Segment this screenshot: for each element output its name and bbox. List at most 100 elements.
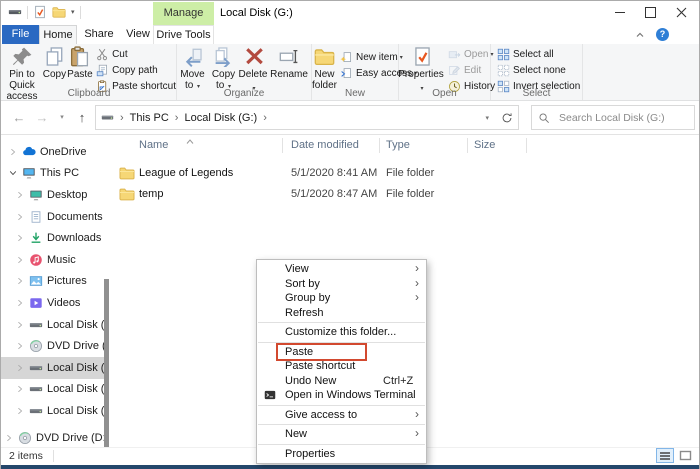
easy-access-icon <box>340 67 353 80</box>
cut-button[interactable]: Cut <box>96 46 176 62</box>
sidebar-item-local-disk-g[interactable]: Local Disk (G:) <box>1 357 104 379</box>
chevron-right-icon[interactable] <box>15 406 25 416</box>
menu-item-properties[interactable]: Properties <box>257 447 426 462</box>
recent-locations-icon[interactable]: ▾ <box>55 101 69 134</box>
sidebar-item-local-disk-z[interactable]: Local Disk (Z:) <box>1 400 104 422</box>
help-icon[interactable]: ? <box>656 28 669 41</box>
chevron-right-icon[interactable] <box>8 147 18 157</box>
sidebar-item-desktop[interactable]: Desktop <box>1 184 104 206</box>
close-button[interactable] <box>666 1 697 24</box>
tab-drive-tools[interactable]: Drive Tools <box>153 25 214 44</box>
crumb-separator-icon[interactable]: › <box>175 112 179 124</box>
pin-icon <box>12 46 33 67</box>
sidebar-item-onedrive[interactable]: OneDrive <box>1 141 104 163</box>
sidebar-item-dvd-drive-d-cc[interactable]: DVD Drive (D:) CC <box>1 427 104 448</box>
collapse-ribbon-icon[interactable] <box>633 28 647 42</box>
column-divider[interactable] <box>379 138 380 153</box>
menu-item-sort-by[interactable]: Sort by› <box>257 277 426 292</box>
column-header-type[interactable]: Type <box>386 139 410 151</box>
file-row-temp[interactable]: temp5/1/2020 8:47 AMFile folder <box>116 184 698 205</box>
chevron-right-icon[interactable] <box>15 255 25 265</box>
downloads-icon <box>29 231 43 245</box>
folder-icon[interactable] <box>52 5 66 19</box>
chevron-right-icon[interactable] <box>15 341 25 351</box>
tab-view[interactable]: View <box>121 25 155 44</box>
forward-icon[interactable]: → <box>31 101 53 134</box>
chevron-right-icon[interactable] <box>4 433 14 443</box>
menu-item-label: Customize this folder... <box>285 326 396 338</box>
file-row-league-of-legends[interactable]: League of Legends5/1/2020 8:41 AMFile fo… <box>116 163 698 184</box>
sidebar-item-label: Pictures <box>47 275 87 287</box>
menu-item-open-in-windows-terminal[interactable]: Open in Windows Terminal <box>257 388 426 403</box>
column-header-size[interactable]: Size <box>474 139 495 151</box>
file-name[interactable]: temp <box>139 188 163 200</box>
breadcrumb-local-disk-g[interactable]: Local Disk (G:) <box>184 112 257 124</box>
ribbon-group-select: Select allSelect noneInvert selectionSel… <box>491 44 583 100</box>
sidebar-item-local-disk-c[interactable]: Local Disk (C:) <box>1 314 104 336</box>
chevron-right-icon[interactable] <box>15 363 25 373</box>
menu-item-paste[interactable]: Paste <box>257 345 426 360</box>
crumb-separator-icon[interactable]: › <box>263 112 267 124</box>
column-header-name[interactable]: Name <box>139 139 168 151</box>
menu-item-give-access-to[interactable]: Give access to› <box>257 408 426 423</box>
open-button[interactable]: Open▾ <box>448 46 495 62</box>
column-header-date-modified[interactable]: Date modified <box>291 139 359 151</box>
maximize-icon <box>645 7 656 18</box>
sidebar-item-dvd-drive-d-c[interactable]: DVD Drive (D:) C <box>1 335 104 357</box>
onedrive-icon <box>22 145 36 159</box>
drive-icon[interactable] <box>8 5 22 19</box>
large-icons-view-button[interactable] <box>676 448 694 463</box>
menu-item-customize-this-folder[interactable]: Customize this folder... <box>257 325 426 340</box>
column-divider[interactable] <box>282 138 283 153</box>
chevron-down-icon[interactable] <box>8 168 18 178</box>
tab-file[interactable]: File <box>2 25 39 44</box>
properties-icon[interactable] <box>33 5 47 19</box>
menu-item-label: Paste shortcut <box>285 360 355 372</box>
sidebar-item-label: Documents <box>47 211 103 223</box>
maximize-button[interactable] <box>635 1 666 24</box>
menu-item-paste-shortcut[interactable]: Paste shortcut <box>257 359 426 374</box>
menu-item-undo-new[interactable]: Undo NewCtrl+Z <box>257 374 426 389</box>
tab-home[interactable]: Home <box>39 25 77 44</box>
sidebar-scrollbar[interactable] <box>104 279 109 459</box>
select-all-button[interactable]: Select all <box>497 46 580 62</box>
qat-dropdown-icon[interactable]: ▾ <box>71 8 75 16</box>
sidebar-item-this-pc[interactable]: This PC <box>1 163 104 185</box>
chevron-right-icon[interactable] <box>15 233 25 243</box>
chevron-right-icon[interactable] <box>15 212 25 222</box>
chevron-right-icon[interactable] <box>15 190 25 200</box>
chevron-right-icon[interactable] <box>15 276 25 286</box>
back-icon[interactable]: ← <box>7 101 31 134</box>
menu-item-group-by[interactable]: Group by› <box>257 291 426 306</box>
file-name[interactable]: League of Legends <box>139 167 233 179</box>
address-dropdown-icon[interactable]: ▾ <box>485 114 489 122</box>
column-divider[interactable] <box>467 138 468 153</box>
select-none-button[interactable]: Select none <box>497 62 580 78</box>
sidebar-item-videos[interactable]: Videos <box>1 292 104 314</box>
up-icon[interactable]: ↑ <box>71 101 93 134</box>
menu-item-refresh[interactable]: Refresh <box>257 306 426 321</box>
sidebar-item-pictures[interactable]: Pictures <box>1 271 104 293</box>
refresh-icon[interactable] <box>501 112 513 124</box>
menu-item-new[interactable]: New› <box>257 427 426 442</box>
sidebar-item-documents[interactable]: Documents <box>1 206 104 228</box>
minimize-button[interactable] <box>604 1 635 24</box>
menu-item-label: Paste <box>285 346 313 358</box>
search-input[interactable] <box>557 111 688 125</box>
details-view-button[interactable] <box>656 448 674 463</box>
breadcrumb-this-pc[interactable]: This PC <box>130 112 169 124</box>
search-box[interactable] <box>531 105 695 130</box>
copy-path-button[interactable]: Copy path <box>96 62 176 78</box>
chevron-right-icon[interactable] <box>15 384 25 394</box>
chevron-right-icon[interactable] <box>15 320 25 330</box>
sidebar-item-music[interactable]: Music <box>1 249 104 271</box>
manage-contextual-tab[interactable]: Manage <box>153 2 214 25</box>
address-bar[interactable]: ›This PC›Local Disk (G:)› ▾ <box>95 105 519 130</box>
tab-share[interactable]: Share <box>79 25 119 44</box>
column-divider[interactable] <box>526 138 527 153</box>
sidebar-item-downloads[interactable]: Downloads <box>1 227 104 249</box>
sidebar-item-local-disk-h[interactable]: Local Disk (H:) <box>1 379 104 401</box>
menu-item-view[interactable]: View› <box>257 262 426 277</box>
chevron-right-icon[interactable] <box>15 298 25 308</box>
edit-button[interactable]: Edit <box>448 62 495 78</box>
